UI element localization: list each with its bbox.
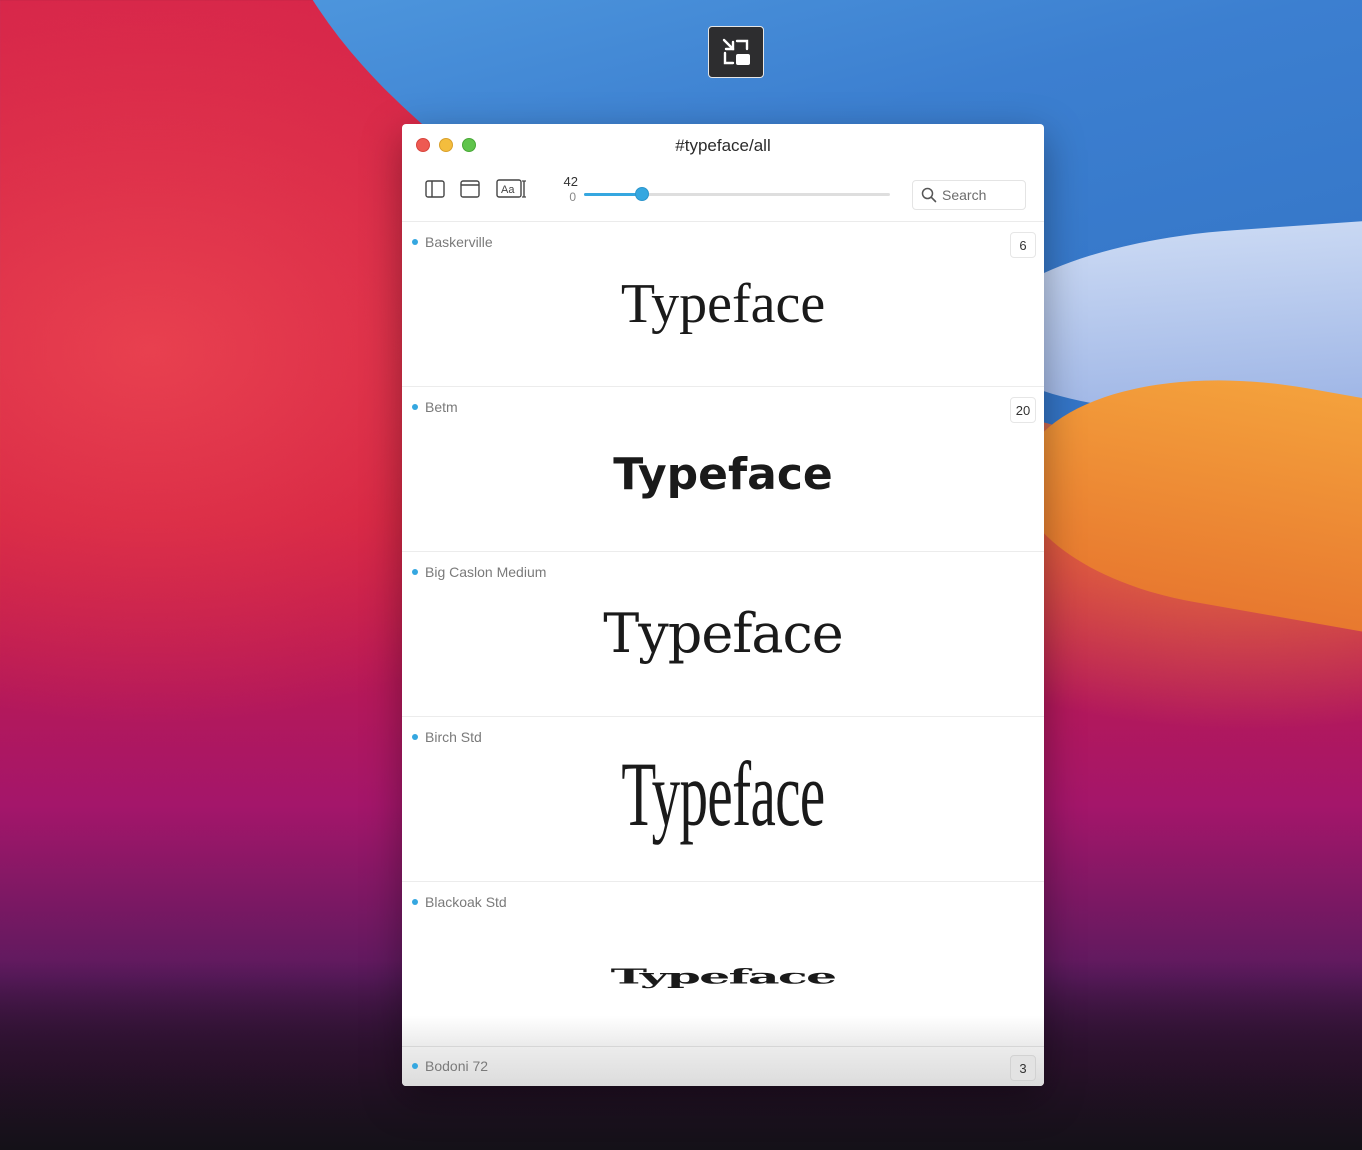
- search-placeholder: Search: [942, 187, 987, 203]
- font-row-birch-std[interactable]: Birch Std Typeface: [402, 717, 1044, 882]
- font-sample: Typeface: [610, 964, 838, 989]
- title-bar: #typeface/all: [402, 124, 1044, 168]
- font-row-big-caslon-medium[interactable]: Big Caslon Medium Typeface: [402, 552, 1044, 717]
- toggle-sidebar-button[interactable]: [424, 178, 446, 200]
- status-dot: [412, 239, 418, 245]
- slider-thumb[interactable]: [635, 187, 649, 201]
- status-dot: [412, 569, 418, 575]
- font-sample: Typeface: [613, 449, 833, 500]
- font-size-slider[interactable]: [584, 187, 890, 201]
- sample-text-button[interactable]: Aa: [496, 178, 528, 200]
- font-sample: Typeface: [621, 743, 825, 845]
- toggle-preview-button[interactable]: [459, 178, 481, 200]
- sidebar-icon: [425, 180, 445, 198]
- slider-fill: [584, 193, 642, 196]
- status-dot: [412, 899, 418, 905]
- font-sample: Typeface: [603, 602, 843, 665]
- list-fade: [402, 1016, 1044, 1046]
- font-name-wrap: Betm: [412, 399, 458, 415]
- text-sample-icon: Aa: [496, 179, 526, 198]
- status-dot: [412, 734, 418, 740]
- app-window: #typeface/all Aa 42 0 Search Baskerville…: [402, 124, 1044, 1086]
- style-count-badge[interactable]: 20: [1010, 397, 1036, 423]
- text-sample-icon-label: Aa: [501, 184, 515, 196]
- font-name: Big Caslon Medium: [425, 564, 547, 580]
- font-row-betm[interactable]: Betm 20 Typeface: [402, 387, 1044, 552]
- search-icon: [921, 187, 937, 203]
- font-name: Baskerville: [425, 234, 493, 250]
- font-name: Birch Std: [425, 729, 482, 745]
- font-size-value: 42: [563, 174, 578, 189]
- style-count-badge[interactable]: 3: [1010, 1055, 1036, 1081]
- font-name-wrap: Big Caslon Medium: [412, 564, 546, 580]
- font-list: Baskerville 6 Typeface Betm 20 Typeface …: [402, 222, 1044, 1086]
- exit-pip-icon: [722, 38, 750, 65]
- toolbar: Aa 42 0 Search: [402, 168, 1044, 222]
- font-name-wrap: Baskerville: [412, 234, 493, 250]
- font-name-wrap: Birch Std: [412, 729, 482, 745]
- font-row-bodoni-72[interactable]: Bodoni 72 3: [402, 1046, 1044, 1086]
- font-name: Betm: [425, 399, 458, 415]
- style-count-badge[interactable]: 6: [1010, 232, 1036, 258]
- font-size-min: 0: [569, 190, 576, 204]
- font-name: Bodoni 72: [425, 1058, 489, 1074]
- font-sample: Typeface: [620, 273, 826, 335]
- search-field[interactable]: Search: [912, 180, 1026, 210]
- font-name-wrap: Blackoak Std: [412, 894, 507, 910]
- status-dot: [412, 1063, 418, 1069]
- font-name: Blackoak Std: [425, 894, 507, 910]
- picture-in-picture-button[interactable]: [708, 26, 764, 78]
- status-dot: [412, 404, 418, 410]
- font-row-baskerville[interactable]: Baskerville 6 Typeface: [402, 222, 1044, 387]
- window-title: #typeface/all: [675, 136, 771, 155]
- font-name-wrap: Bodoni 72: [412, 1058, 488, 1074]
- window-icon: [460, 180, 480, 198]
